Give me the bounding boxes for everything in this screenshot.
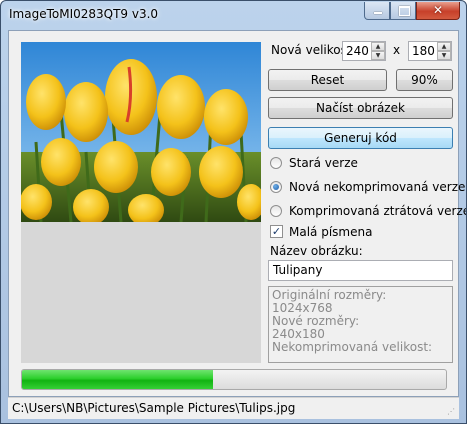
window-title: ImageToMI0283QT9 v3.0	[9, 7, 159, 21]
width-stepper[interactable]: 240 ▲ ▼	[342, 41, 386, 61]
height-down-icon[interactable]: ▼	[437, 51, 451, 60]
file-path: C:\Users\NB\Pictures\Sample Pictures\Tul…	[12, 401, 296, 415]
radio-old-version-label[interactable]: Stará verze	[289, 156, 358, 170]
resize-grip-icon[interactable]: ⋰	[447, 407, 457, 417]
generate-code-button[interactable]: Generuj kód	[268, 127, 453, 149]
minimize-button[interactable]	[364, 2, 390, 20]
title-bar[interactable]: ImageToMI0283QT9 v3.0 ✕	[1, 1, 466, 29]
image-info-box: Originální rozměry: 1024x768 Nové rozměr…	[268, 286, 453, 363]
radio-selected-dot	[273, 184, 279, 190]
width-stepper-arrows: ▲ ▼	[371, 42, 385, 60]
width-up-icon[interactable]: ▲	[371, 42, 385, 51]
status-bar: C:\Users\NB\Pictures\Sample Pictures\Tul…	[8, 397, 459, 419]
image-name-value: Tulipany	[273, 263, 323, 277]
radio-new-uncompressed-label[interactable]: Nová nekomprimovaná verze	[289, 180, 465, 194]
minimize-icon	[374, 12, 382, 14]
uncompressed-size-label: Nekomprimovaná velikost:	[272, 340, 433, 354]
tulips-image	[21, 42, 261, 222]
progress-bar	[21, 369, 447, 390]
height-up-icon[interactable]: ▲	[437, 42, 451, 51]
app-window: ImageToMI0283QT9 v3.0 ✕ Nová velikost: 2…	[0, 0, 467, 424]
lowercase-label[interactable]: Malá písmena	[289, 225, 372, 239]
percent-button[interactable]: 90%	[396, 69, 453, 91]
main-panel: Nová velikost: 240 ▲ ▼ x 180 ▲ ▼ Reset 9…	[8, 30, 466, 397]
progress-fill	[22, 370, 213, 389]
size-separator: x	[393, 43, 401, 57]
lowercase-checkbox[interactable]: ✓	[270, 225, 283, 238]
image-name-label: Název obrázku:	[270, 244, 363, 258]
height-stepper[interactable]: 180 ▲ ▼	[408, 41, 452, 61]
width-down-icon[interactable]: ▼	[371, 51, 385, 60]
height-stepper-arrows: ▲ ▼	[437, 42, 451, 60]
reset-button[interactable]: Reset	[268, 69, 387, 91]
radio-compressed-lossy[interactable]	[270, 205, 282, 217]
caption-buttons: ✕	[364, 2, 460, 22]
close-icon: ✕	[432, 3, 444, 17]
image-preview	[21, 42, 261, 363]
image-name-input[interactable]: Tulipany	[268, 260, 453, 281]
radio-compressed-lossy-label[interactable]: Komprimovaná ztrátová verze	[289, 204, 466, 218]
load-image-button[interactable]: Načíst obrázek	[268, 97, 453, 119]
maximize-icon	[399, 6, 410, 16]
radio-new-uncompressed[interactable]	[270, 181, 282, 193]
maximize-button[interactable]	[390, 2, 416, 20]
radio-old-version[interactable]	[270, 157, 282, 169]
height-value: 180	[412, 44, 435, 58]
close-button[interactable]: ✕	[416, 2, 460, 20]
width-value: 240	[346, 44, 369, 58]
